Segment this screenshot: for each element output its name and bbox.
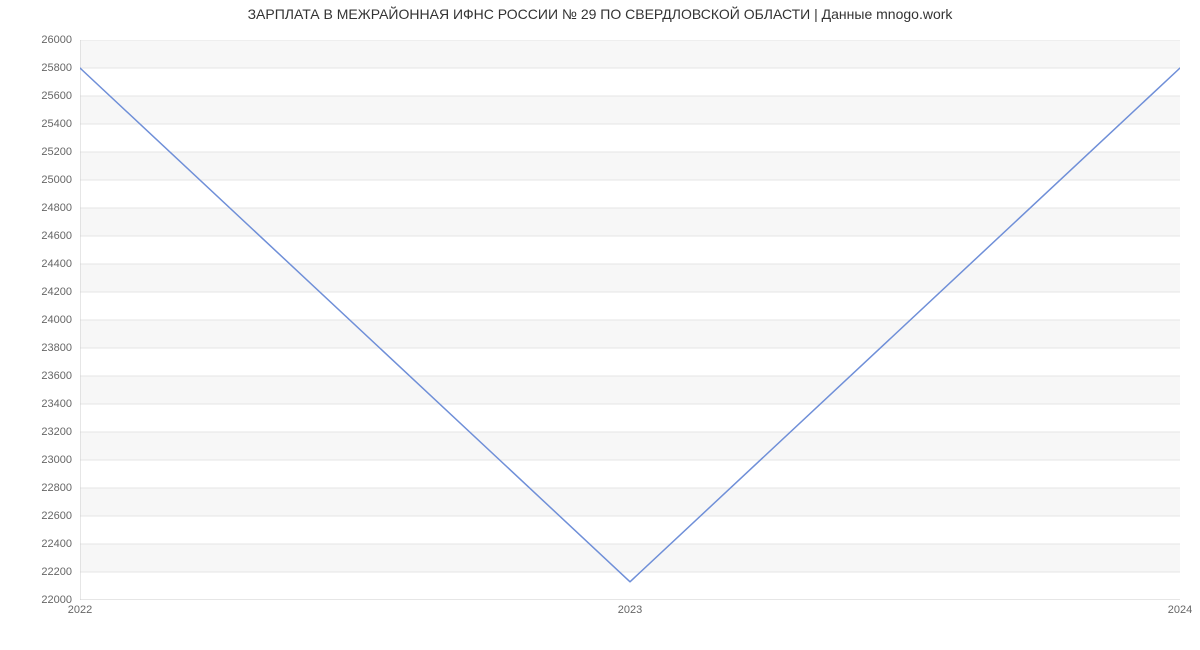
y-tick-label: 26000	[12, 34, 72, 46]
grid-band	[80, 376, 1180, 404]
chart-svg	[80, 40, 1180, 600]
y-tick-label: 22200	[12, 566, 72, 578]
grid-band	[80, 320, 1180, 348]
y-tick-label: 24800	[12, 202, 72, 214]
plot-area	[80, 40, 1180, 600]
y-tick-label: 24400	[12, 258, 72, 270]
y-tick-label: 23000	[12, 454, 72, 466]
grid-band	[80, 152, 1180, 180]
grid-band	[80, 488, 1180, 516]
grid-band	[80, 432, 1180, 460]
y-tick-label: 25400	[12, 118, 72, 130]
y-tick-label: 25200	[12, 146, 72, 158]
x-tick-label: 2024	[1168, 604, 1192, 616]
y-tick-label: 22400	[12, 538, 72, 550]
grid-band	[80, 544, 1180, 572]
y-tick-label: 24000	[12, 314, 72, 326]
grid-band	[80, 96, 1180, 124]
grid-band	[80, 264, 1180, 292]
y-tick-label: 23200	[12, 426, 72, 438]
y-tick-label: 24200	[12, 286, 72, 298]
x-tick-label: 2023	[618, 604, 642, 616]
y-tick-label: 25600	[12, 90, 72, 102]
y-tick-label: 23400	[12, 398, 72, 410]
chart-container: ЗАРПЛАТА В МЕЖРАЙОННАЯ ИФНС РОССИИ № 29 …	[0, 0, 1200, 650]
grid-band	[80, 40, 1180, 68]
y-tick-label: 22800	[12, 482, 72, 494]
y-tick-label: 24600	[12, 230, 72, 242]
chart-title: ЗАРПЛАТА В МЕЖРАЙОННАЯ ИФНС РОССИИ № 29 …	[0, 6, 1200, 22]
y-tick-label: 22000	[12, 594, 72, 606]
y-tick-label: 23600	[12, 370, 72, 382]
x-tick-label: 2022	[68, 604, 92, 616]
y-tick-label: 25800	[12, 62, 72, 74]
y-tick-label: 23800	[12, 342, 72, 354]
y-tick-label: 22600	[12, 510, 72, 522]
y-tick-label: 25000	[12, 174, 72, 186]
